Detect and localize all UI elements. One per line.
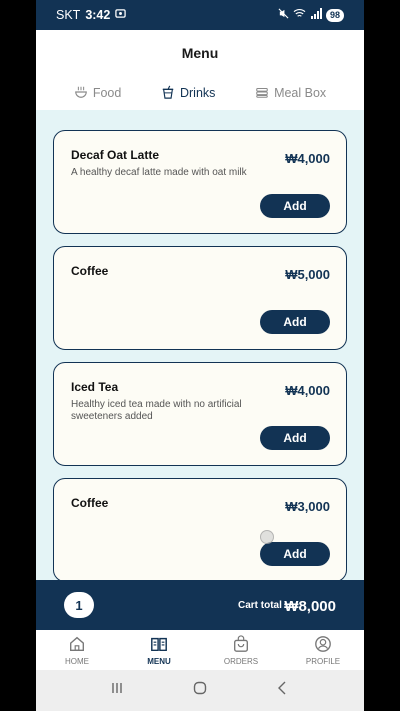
recent-apps-icon[interactable] — [109, 680, 125, 701]
bag-icon — [232, 634, 250, 655]
nav-profile-label: PROFILE — [305, 656, 341, 666]
item-name: Coffee — [71, 264, 109, 278]
add-button[interactable]: Add — [260, 426, 330, 450]
signal-icon — [310, 8, 322, 22]
item-price: ₩4,000 — [285, 383, 330, 398]
tab-drinks-label: Drinks — [179, 86, 216, 100]
book-icon — [150, 635, 168, 655]
back-icon[interactable] — [275, 680, 291, 701]
cup-icon — [161, 85, 175, 102]
cart-bar[interactable]: 1 Cart total ₩8,000 — [36, 580, 364, 630]
nav-menu[interactable]: MENU — [129, 635, 189, 666]
wifi-icon — [293, 8, 306, 22]
user-icon — [314, 635, 332, 655]
add-button[interactable]: Add — [260, 542, 330, 566]
item-price: ₩3,000 — [285, 499, 330, 514]
nav-home[interactable]: HOME — [47, 635, 107, 666]
tab-food[interactable]: Food — [74, 85, 122, 102]
menu-item-card[interactable]: Coffee ₩5,000 Add — [53, 246, 347, 350]
status-bar: SKT 3:42 98 — [36, 0, 364, 30]
app-screen: SKT 3:42 98 Menu Food Drinks Meal Box De… — [36, 0, 364, 711]
nav-orders[interactable]: ORDERS — [211, 634, 271, 666]
nav-profile[interactable]: PROFILE — [293, 635, 353, 666]
nav-orders-label: ORDERS — [223, 656, 259, 666]
add-button[interactable]: Add — [260, 194, 330, 218]
nav-menu-label: MENU — [147, 656, 171, 666]
bowl-icon — [74, 85, 88, 102]
nav-home-label: HOME — [65, 656, 89, 666]
item-description: Healthy iced tea made with no artificial… — [71, 399, 242, 422]
item-price: ₩5,000 — [285, 267, 330, 282]
cart-count-badge: 1 — [64, 592, 94, 618]
menu-item-card[interactable]: Iced Tea Healthy iced tea made with no a… — [53, 362, 347, 466]
add-button[interactable]: Add — [260, 310, 330, 334]
menu-item-list[interactable]: Decaf Oat Latte A healthy decaf latte ma… — [36, 110, 364, 580]
app-header: Menu — [36, 30, 364, 76]
clock: 3:42 — [85, 8, 111, 22]
screen-record-icon — [115, 8, 127, 22]
carrier-label: SKT — [56, 8, 81, 22]
item-name: Coffee — [71, 496, 109, 510]
menu-item-card[interactable]: Decaf Oat Latte A healthy decaf latte ma… — [53, 130, 347, 234]
home-circle-icon[interactable] — [192, 680, 208, 701]
bottom-navigation: HOME MENU ORDERS PROFILE — [36, 630, 364, 670]
cart-total-label: Cart total — [238, 600, 282, 611]
touch-indicator — [260, 530, 274, 544]
system-navigation-bar — [36, 670, 364, 711]
cart-total-amount: ₩8,000 — [284, 598, 336, 615]
tab-meal-box[interactable]: Meal Box — [255, 85, 326, 102]
page-title: Menu — [181, 45, 219, 61]
mute-icon — [278, 8, 289, 22]
item-name: Iced Tea — [71, 380, 119, 394]
item-name: Decaf Oat Latte — [71, 148, 160, 162]
item-description: A healthy decaf latte made with oat milk — [71, 167, 247, 178]
battery-indicator: 98 — [325, 8, 344, 22]
menu-item-card[interactable]: Coffee ₩3,000 Add — [53, 478, 347, 580]
box-icon — [255, 85, 269, 102]
category-tabs: Food Drinks Meal Box — [36, 76, 364, 110]
home-icon — [68, 635, 86, 655]
tab-meal-box-label: Meal Box — [274, 86, 327, 100]
item-price: ₩4,000 — [285, 151, 330, 166]
tab-food-label: Food — [92, 86, 122, 100]
tab-drinks[interactable]: Drinks — [161, 85, 215, 102]
